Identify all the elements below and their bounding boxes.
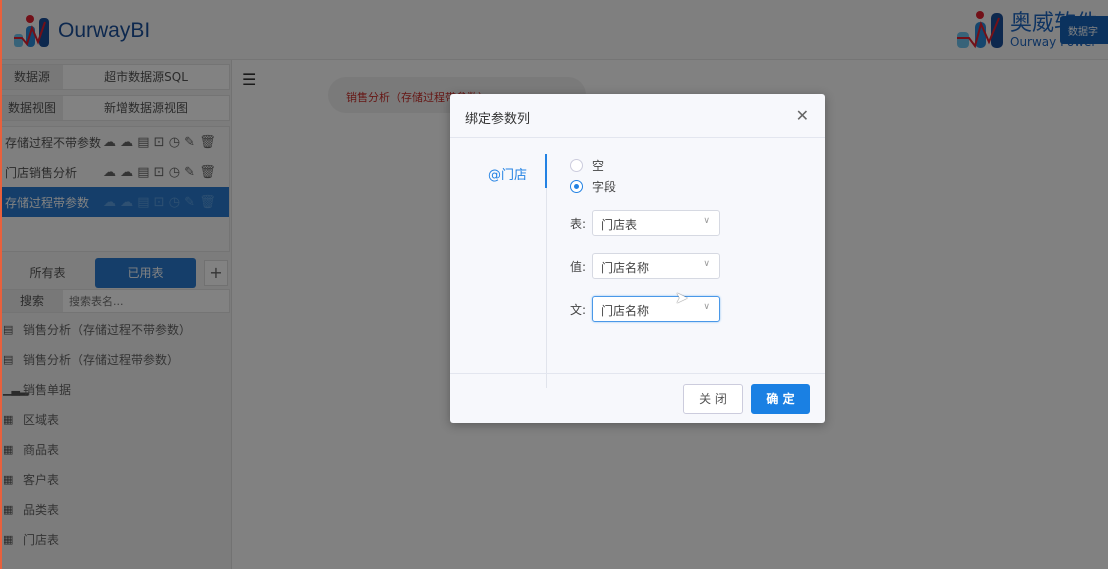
value-field: 值: 门店名称 ∨	[570, 253, 720, 279]
param-tab[interactable]: @门店	[488, 164, 527, 183]
dialog-footer: 关 闭 确 定	[450, 373, 825, 423]
divider	[546, 154, 547, 388]
text-select[interactable]: 门店名称 ∨	[592, 296, 720, 322]
chevron-down-icon: ∨	[703, 216, 710, 226]
active-indicator	[545, 154, 547, 188]
close-button[interactable]: 关 闭	[683, 384, 743, 414]
bind-param-dialog: 绑定参数列 ✕ @门店 空 字段 表: 门店表 ∨ 值: 门店名称 ∨ 文: 门店名称 ∨ 关…	[450, 94, 825, 423]
text-field: 文: 门店名称 ∨	[570, 296, 720, 322]
table-field: 表: 门店表 ∨	[570, 210, 720, 236]
chevron-down-icon: ∨	[703, 302, 710, 312]
confirm-button[interactable]: 确 定	[751, 384, 810, 414]
dialog-header: 绑定参数列 ✕	[450, 94, 825, 138]
left-edge-line	[0, 0, 2, 569]
dialog-title: 绑定参数列	[465, 112, 531, 127]
close-icon[interactable]: ✕	[796, 106, 809, 125]
table-select[interactable]: 门店表 ∨	[592, 210, 720, 236]
radio-field[interactable]: 字段	[570, 178, 616, 195]
value-select[interactable]: 门店名称 ∨	[592, 253, 720, 279]
radio-empty[interactable]: 空	[570, 157, 604, 174]
mouse-cursor-icon: ➤	[675, 288, 689, 307]
chevron-down-icon: ∨	[703, 259, 710, 269]
